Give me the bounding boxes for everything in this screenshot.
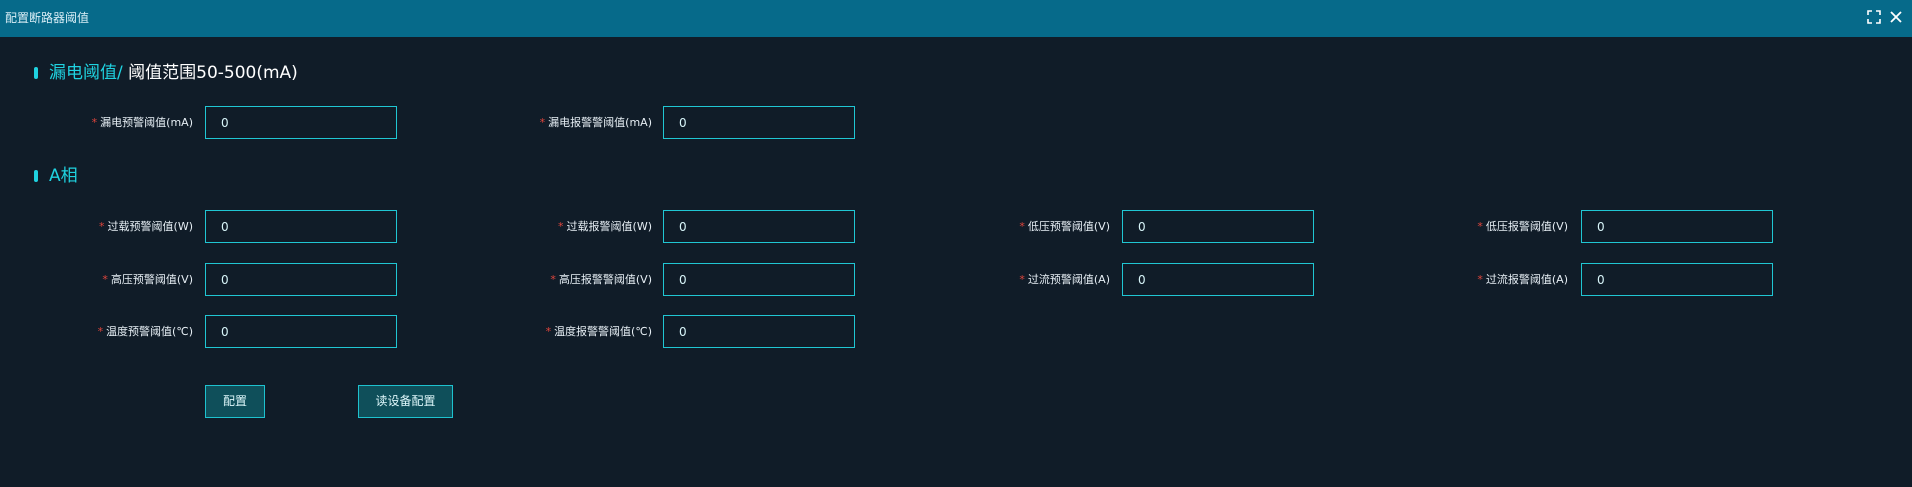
required-mark: *: [539, 116, 546, 129]
leakage-warning-label: * 漏电预警阈值(mA): [91, 116, 193, 129]
overload-warning-input[interactable]: [205, 210, 397, 243]
undervoltage-alarm-label: * 低压报警阈值(V): [1477, 220, 1568, 233]
window-title: 配置断路器阈值: [5, 11, 90, 25]
fullscreen-icon[interactable]: [1866, 9, 1882, 25]
temperature-warning-input[interactable]: [205, 315, 397, 348]
configure-button[interactable]: 配置: [205, 385, 265, 418]
phase-a-section-title: A相: [49, 166, 78, 186]
leakage-warning-input[interactable]: [205, 106, 397, 139]
leakage-range-text: 阈值范围50-500(mA): [122, 63, 298, 83]
overvoltage-alarm-label: * 高压报警警阈值(V): [550, 273, 652, 286]
overload-warning-label: * 过载预警阈值(W): [99, 220, 193, 233]
read-device-config-button[interactable]: 读设备配置: [358, 385, 453, 418]
leakage-alarm-input[interactable]: [663, 106, 855, 139]
undervoltage-warning-input[interactable]: [1122, 210, 1314, 243]
required-mark: *: [91, 116, 98, 129]
close-icon[interactable]: [1888, 9, 1904, 25]
section-marker: [34, 67, 38, 79]
overvoltage-warning-label: * 高压预警阈值(V): [102, 273, 193, 286]
undervoltage-alarm-input[interactable]: [1581, 210, 1773, 243]
overvoltage-warning-input[interactable]: [205, 263, 397, 296]
leakage-section-title: 漏电阈值/: [49, 63, 123, 83]
temperature-alarm-label: * 温度报警警阈值(℃): [545, 325, 652, 338]
leakage-alarm-label: * 漏电报警警阈值(mA): [539, 116, 652, 129]
section-marker: [34, 170, 38, 182]
overload-alarm-input[interactable]: [663, 210, 855, 243]
window-titlebar: 配置断路器阈值: [0, 0, 1912, 37]
temperature-warning-label: * 温度预警阈值(℃): [97, 325, 193, 338]
overcurrent-alarm-input[interactable]: [1581, 263, 1773, 296]
overcurrent-warning-input[interactable]: [1122, 263, 1314, 296]
undervoltage-warning-label: * 低压预警阈值(V): [1019, 220, 1110, 233]
overcurrent-alarm-label: * 过流报警阈值(A): [1477, 273, 1568, 286]
overload-alarm-label: * 过载报警阈值(W): [558, 220, 652, 233]
overcurrent-warning-label: * 过流预警阈值(A): [1019, 273, 1110, 286]
temperature-alarm-input[interactable]: [663, 315, 855, 348]
overvoltage-alarm-input[interactable]: [663, 263, 855, 296]
